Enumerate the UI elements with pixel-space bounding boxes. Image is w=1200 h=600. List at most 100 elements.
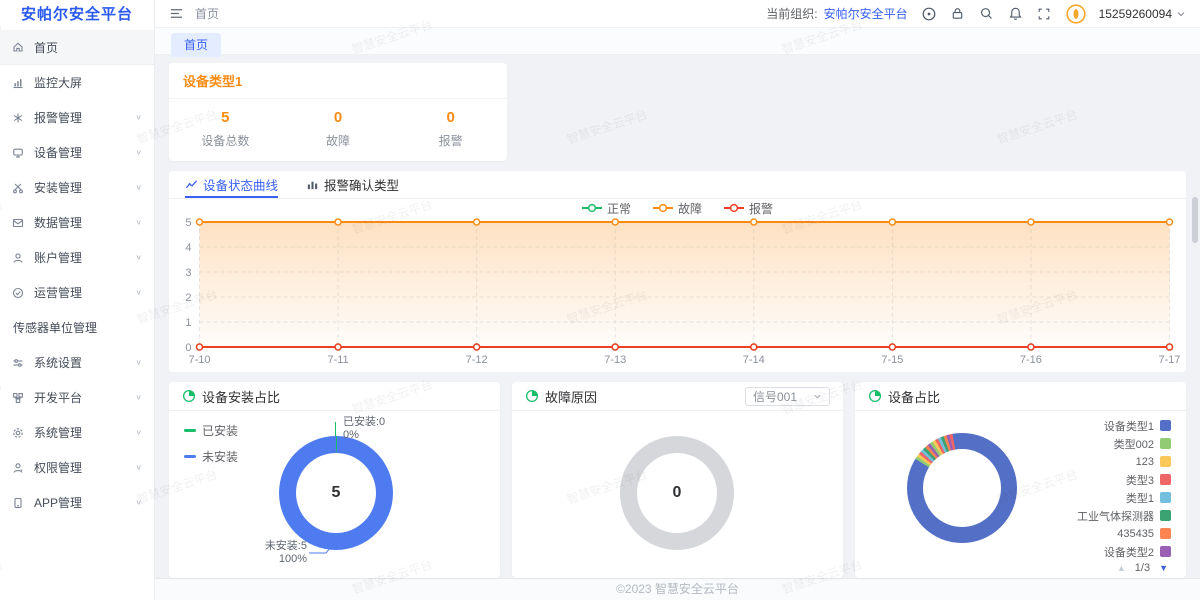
operation-icon: [12, 287, 26, 299]
stat-2: 0 报警: [394, 109, 507, 149]
install-legend: 已安装 未安装: [184, 422, 238, 465]
legend-marker: [1160, 474, 1171, 485]
sidebar: 安帕尔安全平台 首页监控大屏报警管理∨设备管理∨安装管理∨数据管理∨账户管理∨运…: [0, 0, 155, 600]
current-org-label: 当前组织:: [766, 5, 817, 22]
legend-item-设备类型1[interactable]: 设备类型1: [1104, 420, 1171, 431]
sidebar-item-2[interactable]: 报警管理∨: [0, 100, 154, 135]
device-pie-legend: 设备类型1 类型002 123 类型3 类型1 工业气体探测器 435435 设…: [1077, 420, 1171, 564]
legend-item-类型1[interactable]: 类型1: [1126, 492, 1171, 503]
stat-value: 5: [169, 109, 282, 126]
sidebar-item-9[interactable]: 系统设置∨: [0, 345, 154, 380]
header-actions: 当前组织: 安帕尔安全平台: [766, 4, 1186, 24]
legend-item-已安装[interactable]: 已安装: [184, 422, 238, 439]
avatar[interactable]: [1066, 4, 1086, 24]
sidebar-item-5[interactable]: 数据管理∨: [0, 205, 154, 240]
legend-item-类型3[interactable]: 类型3: [1126, 474, 1171, 485]
legend-label: 报警: [749, 200, 773, 217]
legend-item-435435[interactable]: 435435: [1117, 528, 1171, 539]
sidebar-item-label: 账户管理: [34, 249, 82, 266]
user-phone: 15259260094: [1099, 7, 1172, 21]
chart-tab-label: 设备状态曲线: [203, 175, 278, 194]
search-icon[interactable]: [979, 6, 995, 22]
account-icon: [12, 252, 26, 264]
legend-marker: [1160, 420, 1171, 431]
legend-pager: ▲ 1/3 ▼: [1117, 562, 1168, 574]
legend-label: 类型3: [1126, 472, 1154, 488]
pie-chart-icon: [525, 389, 539, 403]
sidebar-item-8[interactable]: 传感器单位管理: [0, 310, 154, 345]
sidebar-item-12[interactable]: 权限管理 ∨: [0, 450, 154, 485]
current-org-link[interactable]: 安帕尔安全平台: [824, 5, 908, 22]
stat-label: 报警: [394, 132, 507, 149]
legend-item-设备类型2[interactable]: 设备类型2: [1104, 546, 1171, 557]
sidebar-item-11[interactable]: 系统管理∨: [0, 415, 154, 450]
service-icon[interactable]: [921, 6, 937, 22]
line-chart-icon: [185, 178, 198, 191]
callout-leader-line: [335, 422, 336, 436]
legend-marker: [184, 429, 196, 432]
chevron-down-icon: ∨: [135, 183, 142, 192]
svg-text:7-16: 7-16: [1020, 354, 1042, 366]
scrollbar[interactable]: [1192, 197, 1198, 243]
sidebar-item-label: 设备管理: [34, 144, 82, 161]
fault-total: 0: [673, 484, 682, 502]
user-phone-dropdown[interactable]: 15259260094: [1099, 7, 1186, 21]
device-type-title: 设备类型1: [169, 63, 507, 99]
legend-label: 故障: [678, 200, 702, 217]
gear-icon: [12, 427, 26, 439]
dashboard-content: 设备类型1 5 设备总数0 故障0 报警 设备状态曲线 报警确认类型: [155, 55, 1200, 578]
device-type-stats: 5 设备总数0 故障0 报警: [169, 99, 507, 161]
chevron-down-icon: [1176, 9, 1186, 19]
sidebar-item-0[interactable]: 首页: [0, 30, 154, 65]
callout-leader-line: [309, 542, 335, 556]
page-up-icon[interactable]: ▲: [1117, 563, 1126, 573]
legend-item-类型002[interactable]: 类型002: [1114, 438, 1171, 449]
sidebar-item-1[interactable]: 监控大屏: [0, 65, 154, 100]
device-donut-chart: [907, 433, 1017, 543]
stat-1: 0 故障: [282, 109, 395, 149]
legend-item-123[interactable]: 123: [1136, 456, 1171, 467]
stat-value: 0: [282, 109, 395, 126]
chevron-down-icon: ∨: [135, 253, 142, 262]
legend-item-未安装[interactable]: 未安装: [184, 448, 238, 465]
chevron-down-icon: ∨: [135, 463, 142, 472]
stat-0: 5 设备总数: [169, 109, 282, 149]
fault-signal-select[interactable]: 信号001: [745, 387, 830, 406]
legend-label: 设备类型2: [1104, 544, 1154, 560]
sidebar-item-label: 安装管理: [34, 179, 82, 196]
sidebar-item-3[interactable]: 设备管理 ∨: [0, 135, 154, 170]
tab-device-status-curve[interactable]: 设备状态曲线: [185, 171, 278, 198]
chevron-down-icon: ∨: [135, 113, 142, 122]
fault-reason-panel: 故障原因 信号001 0: [512, 382, 843, 578]
page-down-icon[interactable]: ▼: [1159, 563, 1168, 573]
sidebar-item-7[interactable]: 运营管理∨: [0, 275, 154, 310]
sidebar-item-label: 系统设置: [34, 354, 82, 371]
lock-icon[interactable]: [950, 6, 966, 22]
sidebar-item-6[interactable]: 账户管理 ∨: [0, 240, 154, 275]
app-icon: [12, 497, 26, 509]
status-chart-card: 设备状态曲线 报警确认类型 正常 故障 报警 0123457-107-117-1…: [169, 171, 1186, 372]
sidebar-item-10[interactable]: 开发平台∨: [0, 380, 154, 415]
sidebar-item-label: 权限管理: [34, 459, 82, 476]
chart-tab-bar: 设备状态曲线 报警确认类型: [169, 171, 1186, 199]
chevron-down-icon: ∨: [135, 148, 142, 157]
legend-label: 435435: [1117, 528, 1154, 540]
fullscreen-icon[interactable]: [1037, 6, 1053, 22]
svg-text:0: 0: [185, 342, 191, 354]
legend-item-正常[interactable]: 正常: [582, 200, 631, 217]
legend-item-故障[interactable]: 故障: [653, 200, 702, 217]
breadcrumb: 首页: [195, 5, 219, 22]
legend-item-报警[interactable]: 报警: [724, 200, 773, 217]
top-header: 首页 当前组织: 安帕尔安全平台: [155, 0, 1200, 28]
bottom-panels: 设备安装占比 已安装 未安装 5 已安装:0 0%: [169, 382, 1186, 578]
bell-icon[interactable]: [1008, 6, 1024, 22]
pie-chart-icon: [182, 389, 196, 403]
sidebar-item-13[interactable]: APP管理∨: [0, 485, 154, 520]
tab-alarm-confirm-type[interactable]: 报警确认类型: [306, 171, 399, 198]
sidebar-item-4[interactable]: 安装管理 ∨: [0, 170, 154, 205]
chevron-down-icon: [813, 392, 822, 401]
legend-item-工业气体探测器[interactable]: 工业气体探测器: [1077, 510, 1171, 521]
app-window: 安帕尔安全平台 首页监控大屏报警管理∨设备管理∨安装管理∨数据管理∨账户管理∨运…: [0, 0, 1200, 600]
menu-collapse-icon[interactable]: [169, 6, 185, 22]
tab-home[interactable]: 首页: [171, 33, 221, 57]
